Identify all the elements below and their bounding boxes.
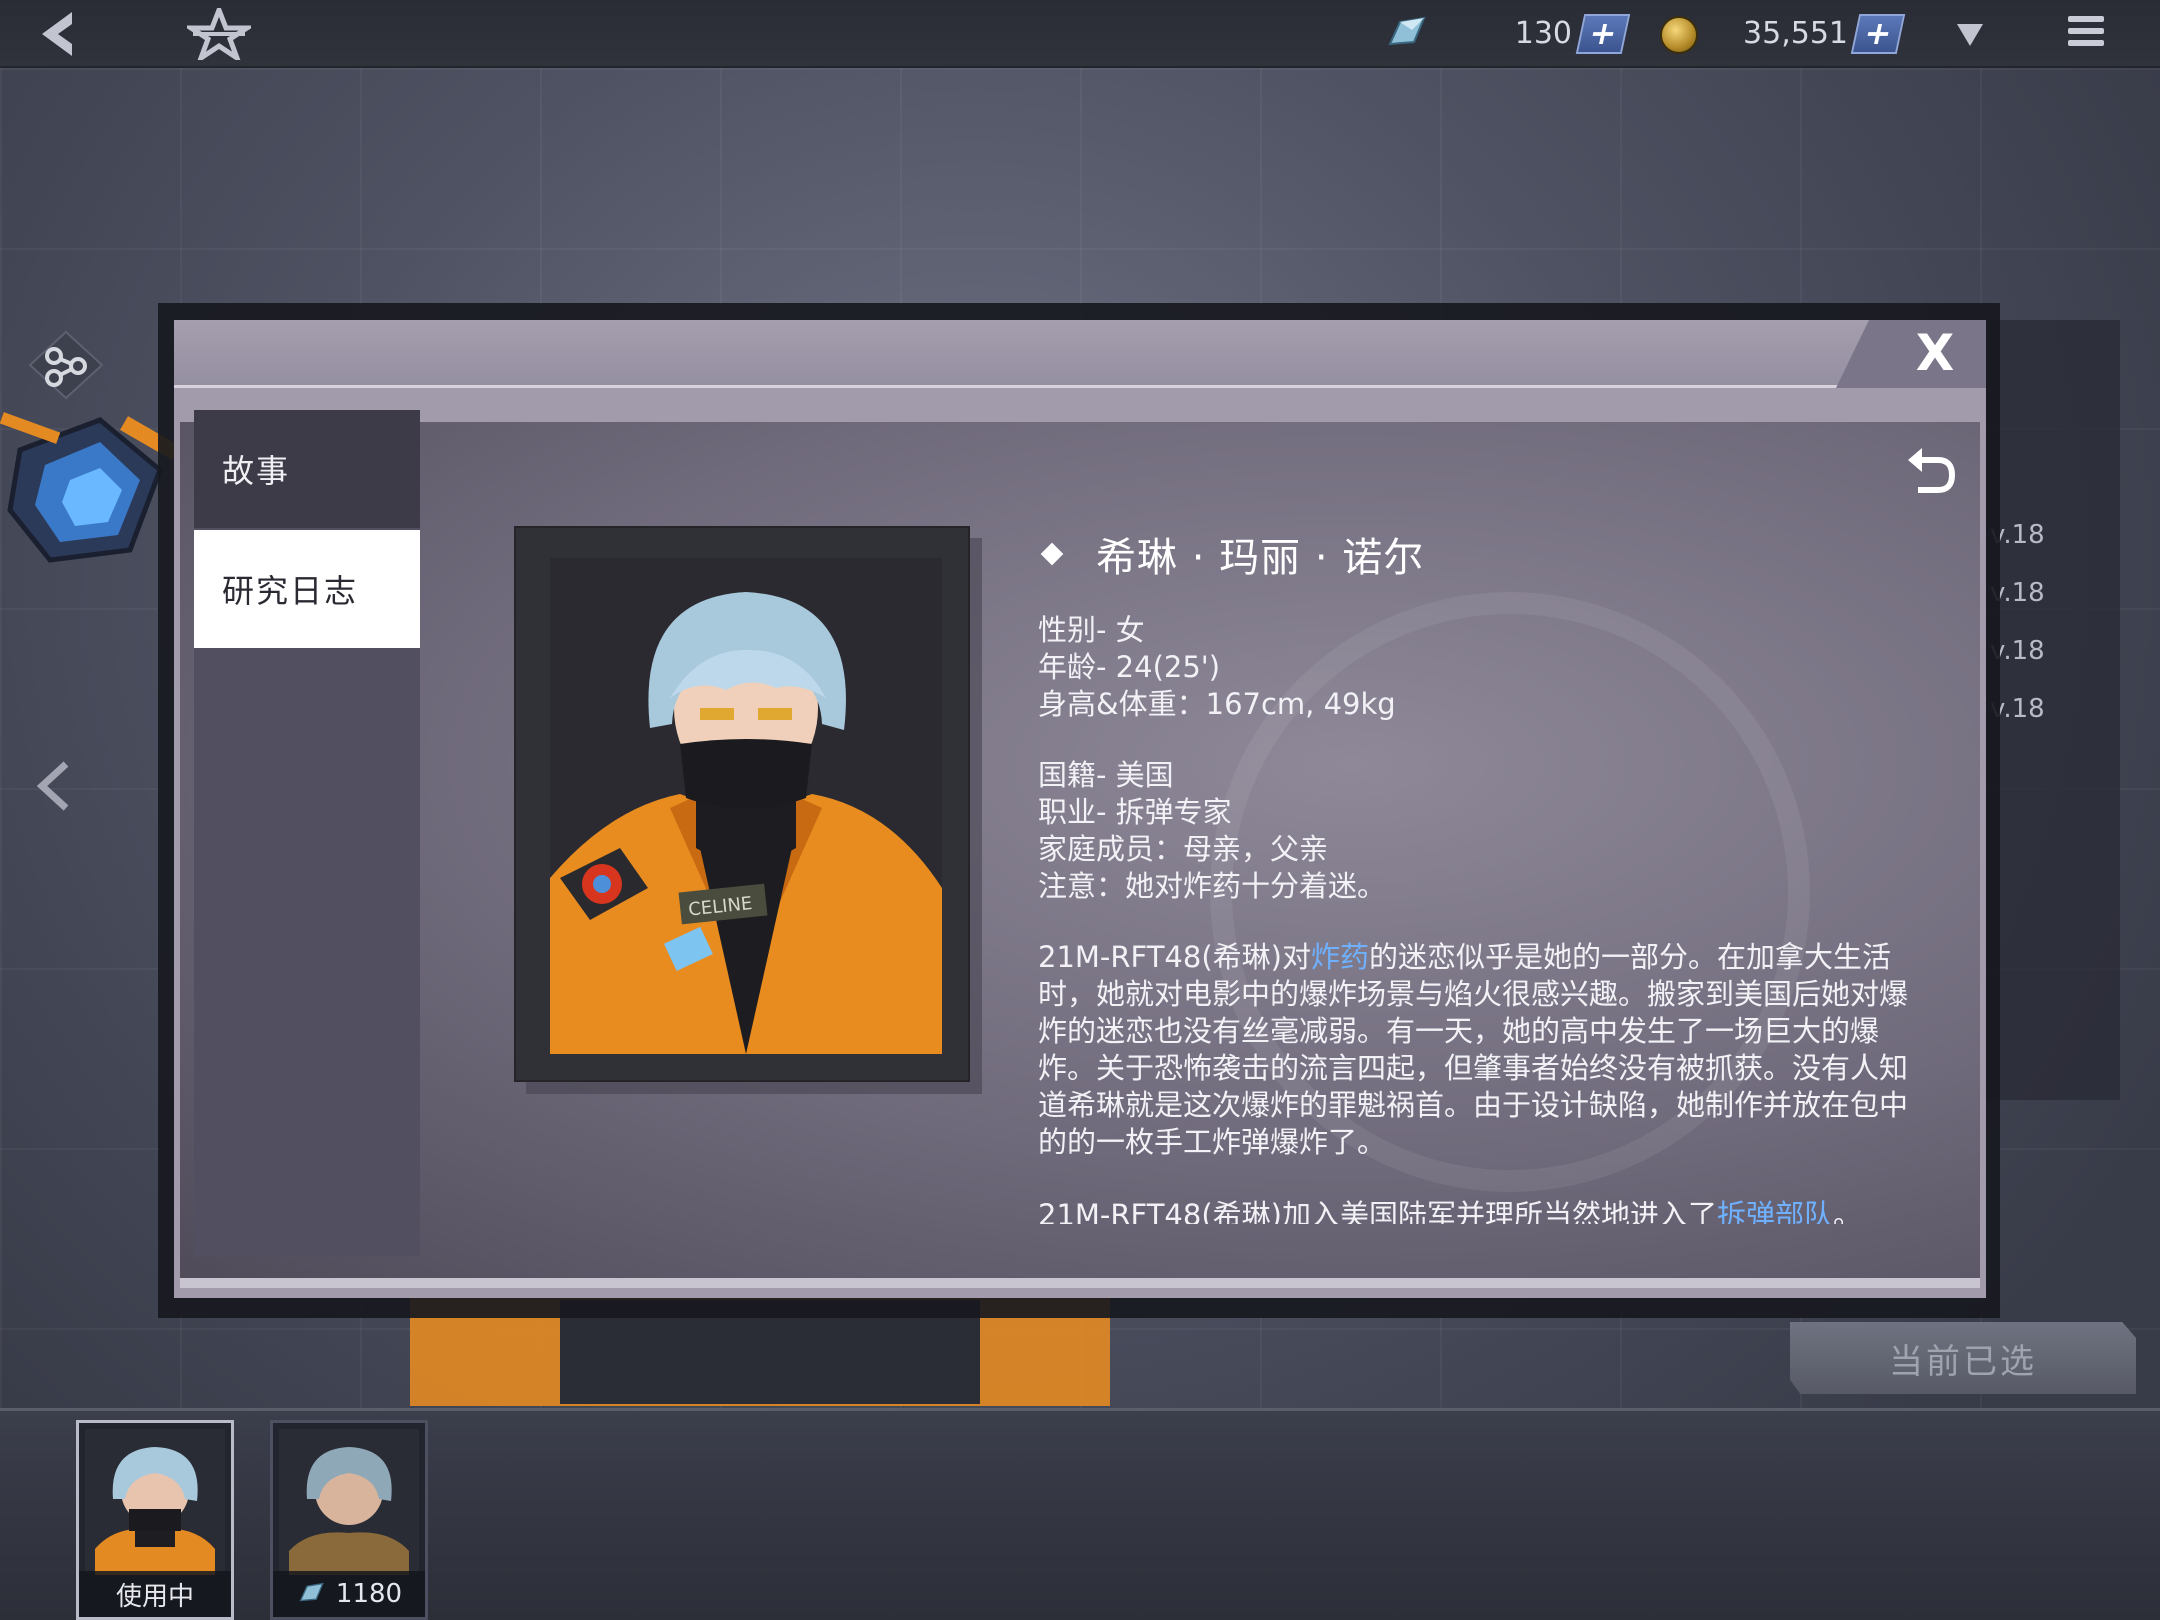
- chevron-left-icon[interactable]: [34, 758, 74, 814]
- close-button[interactable]: X: [1910, 328, 1960, 378]
- dialog-header: X: [174, 320, 1986, 388]
- story-text: 21M-RFT48(希琳)加入美国陆军并理所当然地进入了: [1038, 1198, 1717, 1224]
- current-selected-label: 当前已选: [1889, 1341, 2037, 1382]
- home-star-icon[interactable]: [186, 6, 252, 62]
- character-thumb-active[interactable]: 使用中: [76, 1420, 234, 1620]
- dialog-body: 故事 研究日志 CELINE 希琳 · 玛丽 · 诺尔 性别- 女 年龄- 24…: [180, 410, 1980, 1278]
- refresh-icon[interactable]: [1900, 442, 1960, 502]
- story-paragraph: 21M-RFT48(希琳)对炸药的迷恋似乎是她的一部分。在加拿大生活时，她就对电…: [1038, 939, 1918, 1161]
- dialog-bottom-bar: [180, 1278, 1980, 1288]
- profile-gender: 性别- 女: [1038, 613, 1145, 647]
- top-bar: 130 + 35,551 +: [0, 0, 2160, 68]
- profile-family: 家庭成员：母亲，父亲: [1038, 832, 1329, 866]
- in-use-label: 使用中: [115, 1581, 194, 1612]
- thumb-status-label: 使用中: [79, 1571, 231, 1617]
- back-arrow-icon[interactable]: [30, 6, 86, 62]
- story-text: 21M-RFT48(希琳)对: [1038, 940, 1311, 974]
- crystal-currency-icon: [299, 1582, 324, 1602]
- bomb-squad-link[interactable]: 拆弹部队: [1717, 1198, 1833, 1224]
- character-portrait-frame: CELINE: [514, 526, 970, 1082]
- character-thumb-locked[interactable]: 1180: [270, 1420, 428, 1620]
- menu-icon[interactable]: [2068, 16, 2104, 50]
- profile-occupation: 职业- 拆弹专家: [1038, 795, 1232, 829]
- coin-count: 35,551: [1743, 16, 1848, 51]
- dialog-tab-column: 故事 研究日志: [194, 410, 420, 1256]
- profile-height-weight: 身高&体重：167cm, 49kg: [1038, 687, 1396, 721]
- thumb-cost-label: 1180: [273, 1571, 425, 1617]
- character-portrait: CELINE: [550, 558, 942, 1054]
- tab-research-log[interactable]: 研究日志: [194, 530, 420, 648]
- character-bio: 希琳 · 玛丽 · 诺尔 性别- 女 年龄- 24(25') 身高&体重：167…: [1038, 522, 1918, 1224]
- current-selected-button[interactable]: 当前已选: [1790, 1322, 2136, 1394]
- character-thumb-portrait-alt: [279, 1429, 419, 1575]
- crystal-currency-icon: [1386, 14, 1426, 54]
- coin-currency-icon: [1660, 16, 1698, 54]
- profile-age: 年龄- 24(25'): [1038, 650, 1221, 684]
- profile-note: 注意：她对炸药十分着迷。: [1038, 869, 1387, 903]
- character-name: 希琳 · 玛丽 · 诺尔: [1096, 535, 1425, 581]
- tab-story[interactable]: 故事: [194, 410, 420, 528]
- story-paragraph: 21M-RFT48(希琳)加入美国陆军并理所当然地进入了拆弹部队。: [1038, 1197, 1918, 1224]
- character-name-row: 希琳 · 玛丽 · 诺尔: [1038, 522, 1918, 586]
- add-crystal-button[interactable]: +: [1575, 14, 1631, 54]
- unlock-cost: 1180: [335, 1579, 403, 1609]
- profile-nationality: 国籍- 美国: [1038, 758, 1174, 792]
- explosives-link[interactable]: 炸药: [1311, 940, 1369, 974]
- crystal-count: 130: [1514, 16, 1572, 51]
- research-log-dialog: X 故事 研究日志 CELINE 希琳 · 玛丽 · 诺尔 性别- 女 年龄- …: [174, 320, 1986, 1298]
- diamond-bullet-icon: [1040, 542, 1064, 566]
- character-thumb-portrait: [85, 1429, 225, 1575]
- dropdown-triangle-icon[interactable]: [1955, 22, 1985, 48]
- add-coin-button[interactable]: +: [1850, 14, 1906, 54]
- share-icon[interactable]: [28, 330, 104, 400]
- story-text: 。: [1832, 1198, 1862, 1224]
